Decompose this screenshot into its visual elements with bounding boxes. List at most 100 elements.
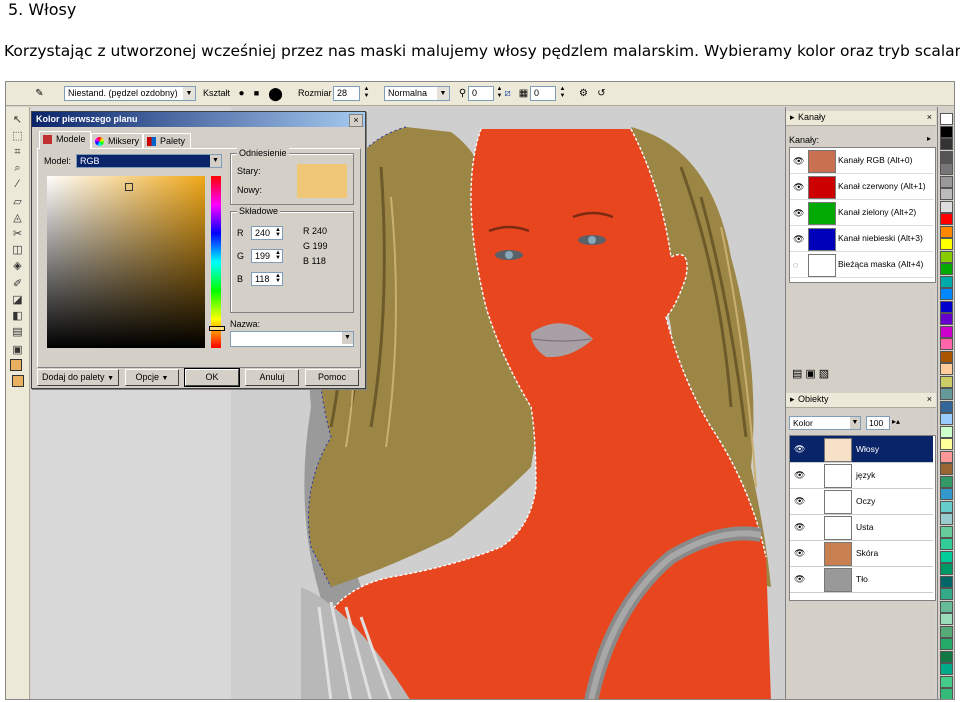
palette-swatch[interactable] (940, 288, 953, 300)
close-icon[interactable]: × (349, 114, 363, 127)
channel-row[interactable]: 👁 Kanały RGB (Alt+0) (790, 148, 933, 174)
palette-swatch[interactable] (940, 163, 953, 175)
close-icon[interactable]: × (927, 111, 932, 124)
palette-swatch[interactable] (940, 250, 953, 263)
square-shape-button[interactable]: ■ (249, 86, 264, 101)
palette-swatch[interactable] (940, 188, 953, 200)
channel-row[interactable]: 👁 Kanał niebieski (Alt+3) (790, 226, 933, 252)
object-row[interactable]: 👁 Tło (790, 566, 933, 593)
palette-swatch[interactable] (940, 200, 953, 213)
palette-swatch[interactable] (940, 550, 953, 563)
feather-spinner[interactable]: ▲ ▼ (558, 86, 567, 101)
opacity-spinner[interactable]: ▸▴ (892, 417, 900, 426)
brush-settings-icon[interactable]: ⚙ (576, 86, 591, 101)
foreground-color-swatch[interactable] (10, 359, 22, 371)
background-color-swatch[interactable] (12, 375, 24, 387)
object-row[interactable]: 👁 język (790, 462, 933, 489)
eye-icon[interactable]: 👁 (794, 470, 805, 481)
options-button[interactable]: Opcje ▼ (125, 369, 179, 386)
palette-swatch[interactable] (940, 613, 953, 625)
palette-swatch[interactable] (940, 263, 953, 275)
transparency-tool-icon[interactable]: ◧ (10, 309, 25, 324)
brush-preset-icon[interactable]: ✎ (32, 86, 47, 101)
blend-mode-select[interactable]: Normalna ▼ (384, 86, 450, 101)
palette-swatch[interactable] (940, 588, 953, 600)
ok-button[interactable]: OK (184, 368, 240, 387)
palette-swatch[interactable] (940, 425, 953, 438)
merge-mode-select[interactable]: Kolor ▼ (789, 416, 861, 430)
touchup-tool-icon[interactable]: ◫ (10, 243, 25, 258)
eye-icon[interactable]: 👁 (793, 234, 805, 245)
channels-menu-icon[interactable]: ▸ (927, 134, 931, 143)
eye-icon[interactable]: 👁 (793, 156, 805, 167)
tab-palettes[interactable]: Palety (143, 133, 191, 149)
palette-swatch[interactable] (940, 175, 953, 188)
eye-icon[interactable]: 👁 (794, 522, 805, 533)
round-shape-button[interactable]: ● (234, 86, 249, 101)
palette-swatch[interactable] (940, 338, 953, 350)
transparency-input[interactable]: 0 (468, 86, 494, 101)
palette-swatch[interactable] (940, 688, 953, 699)
r-input[interactable]: 240 ▲ ▼ (251, 226, 283, 240)
g-input[interactable]: 199 ▲ ▼ (251, 249, 283, 263)
palette-swatch[interactable] (940, 350, 953, 363)
brush-nib-button[interactable]: ⬤ (268, 86, 283, 101)
color-picker-marker[interactable] (125, 183, 133, 191)
opacity-input[interactable]: 100 (866, 416, 890, 430)
effect-tool-icon[interactable]: ◪ (10, 293, 25, 308)
palette-swatch[interactable] (940, 525, 953, 538)
eye-icon[interactable]: 👁 (793, 208, 805, 219)
redeye-tool-icon[interactable]: ◬ (10, 211, 25, 226)
eye-icon[interactable]: 👁 (794, 574, 805, 585)
palette-swatch[interactable] (940, 413, 953, 425)
r-spinner[interactable]: ▲ ▼ (275, 227, 281, 238)
palette-swatch[interactable] (940, 300, 953, 313)
tab-mixers[interactable]: Miksery (91, 133, 143, 149)
palette-swatch[interactable] (940, 400, 953, 413)
eye-icon[interactable]: 👁 (794, 548, 805, 559)
palette-swatch[interactable] (940, 138, 953, 150)
size-input[interactable]: 28 (333, 86, 360, 101)
eye-icon[interactable]: 👁 (793, 182, 805, 193)
b-input[interactable]: 118 ▲ ▼ (251, 272, 283, 286)
zoom-tool-icon[interactable]: ⌕ (10, 161, 25, 176)
eye-icon[interactable]: 👁 (794, 496, 805, 507)
object-row[interactable]: 👁 Usta (790, 514, 933, 541)
object-row[interactable]: 👁 Włosy (790, 436, 933, 463)
palette-swatch[interactable] (940, 600, 953, 613)
palette-swatch[interactable] (940, 638, 953, 650)
palette-swatch[interactable] (940, 275, 953, 288)
reset-icon[interactable]: ↺ (594, 86, 609, 101)
eye-icon[interactable]: 👁 (794, 444, 805, 455)
channel-row[interactable]: 👁 Kanał czerwony (Alt+1) (790, 174, 933, 200)
cancel-button[interactable]: Anuluj (245, 369, 299, 386)
hue-slider[interactable] (209, 176, 225, 348)
size-spinner[interactable]: ▲ ▼ (362, 86, 371, 101)
palette-swatch[interactable] (940, 488, 953, 500)
crop-tool-icon[interactable]: ⌗ (10, 145, 25, 160)
palette-swatch[interactable] (940, 238, 953, 250)
mask-rectangle-tool-icon[interactable]: ⬚ (10, 129, 25, 144)
palette-swatch[interactable] (940, 113, 953, 125)
close-icon[interactable]: × (927, 393, 932, 406)
palette-swatch[interactable] (940, 563, 953, 575)
shape-tool-icon[interactable]: ▤ (10, 325, 25, 340)
help-button[interactable]: Pomoc (305, 369, 359, 386)
eyedropper-tool-icon[interactable]: ⁄ (10, 177, 25, 192)
model-select[interactable]: RGB ▼ (76, 154, 222, 168)
antialias-icon[interactable]: ⧄ (500, 86, 515, 101)
palette-swatch[interactable] (940, 538, 953, 550)
palette-swatch[interactable] (940, 575, 953, 588)
channel-action-icons[interactable]: ▤▣▧ (792, 367, 832, 380)
channel-row[interactable]: 👁 Kanał zielony (Alt+2) (790, 200, 933, 226)
pick-tool-icon[interactable]: ↖ (10, 113, 25, 128)
palette-swatch[interactable] (940, 450, 953, 463)
palette-swatch[interactable] (940, 150, 953, 163)
hue-slider-handle[interactable] (209, 326, 225, 331)
b-spinner[interactable]: ▲ ▼ (275, 273, 281, 284)
palette-swatch[interactable] (940, 125, 953, 138)
g-spinner[interactable]: ▲ ▼ (275, 250, 281, 261)
palette-swatch[interactable] (940, 650, 953, 663)
palette-swatch[interactable] (940, 475, 953, 488)
palette-swatch[interactable] (940, 675, 953, 688)
